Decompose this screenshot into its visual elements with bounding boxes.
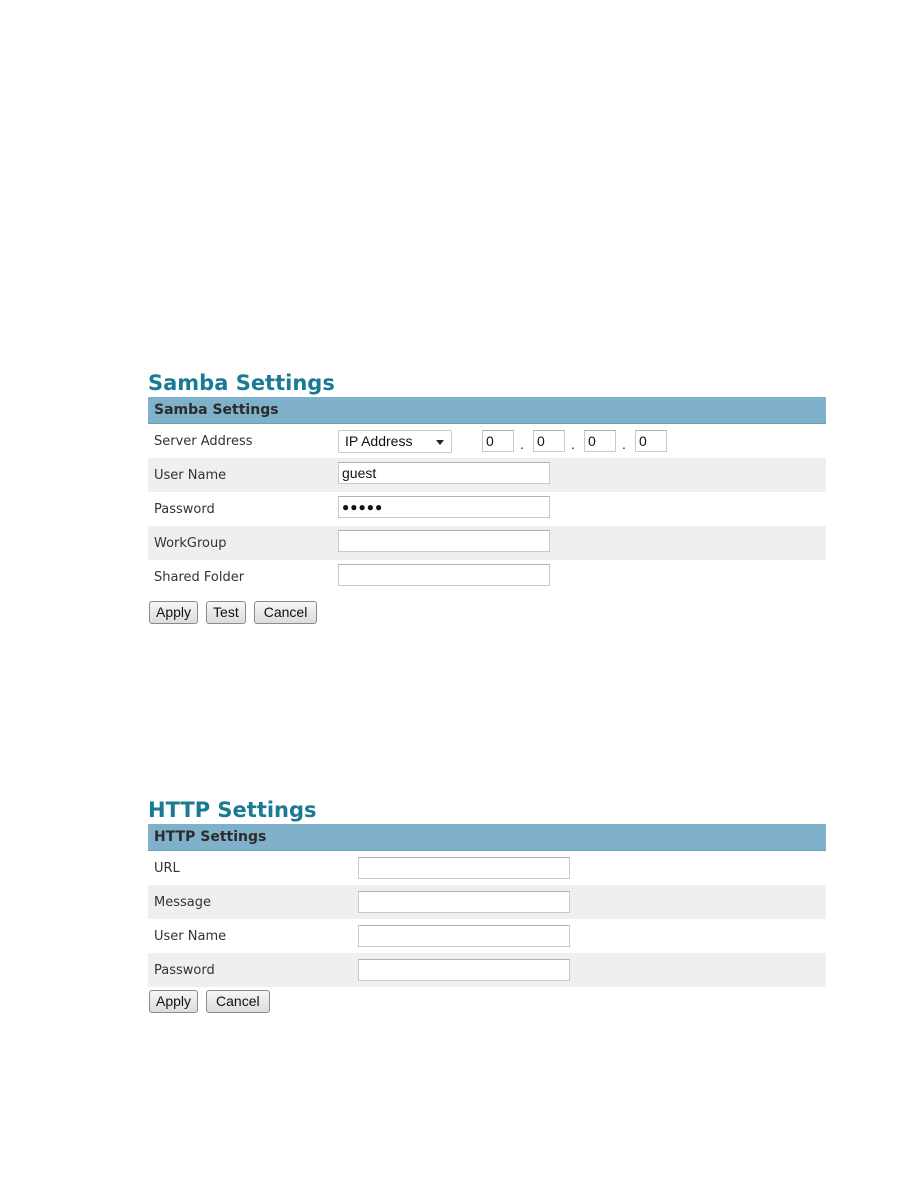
url-row: URL (148, 851, 826, 885)
message-label: Message (154, 895, 211, 910)
url-input[interactable] (358, 857, 570, 879)
chevron-down-icon (436, 440, 444, 445)
server-address-label: Server Address (154, 434, 253, 449)
user-name-label: User Name (154, 468, 227, 483)
http-user-name-row: User Name (148, 919, 826, 953)
url-label: URL (154, 861, 180, 876)
workgroup-input[interactable] (338, 530, 550, 552)
ip-octet-2-input[interactable]: 0 (533, 430, 565, 452)
workgroup-label: WorkGroup (154, 536, 227, 551)
http-section-header: HTTP Settings (148, 824, 826, 851)
http-password-input[interactable] (358, 959, 570, 981)
http-apply-button[interactable]: Apply (149, 990, 199, 1013)
shared-folder-row: Shared Folder (148, 560, 826, 594)
shared-folder-label: Shared Folder (154, 570, 245, 585)
http-user-name-input[interactable] (358, 925, 570, 947)
server-address-type-select[interactable]: IP Address (338, 430, 452, 453)
samba-section-header: Samba Settings (148, 397, 826, 424)
server-address-row: Server Address IP Address 0 . 0 . 0 . 0 (148, 424, 826, 458)
select-value: IP Address (345, 433, 413, 449)
http-settings-section: HTTP Settings HTTP Settings URL Message … (148, 796, 826, 1013)
http-page-title: HTTP Settings (148, 798, 317, 822)
http-password-label: Password (154, 963, 215, 978)
samba-page-title: Samba Settings (148, 371, 335, 395)
samba-test-button[interactable]: Test (206, 601, 246, 624)
samba-button-group: Apply Test Cancel (149, 601, 318, 624)
password-label: Password (154, 502, 215, 517)
shared-folder-input[interactable] (338, 564, 550, 586)
samba-settings-section: Samba Settings Samba Settings Server Add… (148, 369, 826, 624)
workgroup-row: WorkGroup (148, 526, 826, 560)
http-password-row: Password (148, 953, 826, 987)
ip-octet-4-input[interactable]: 0 (635, 430, 667, 452)
http-user-name-label: User Name (154, 929, 227, 944)
ip-octet-3-input[interactable]: 0 (584, 430, 616, 452)
ip-separator: . (622, 436, 626, 452)
user-name-row: User Name guest (148, 458, 826, 492)
samba-apply-button[interactable]: Apply (149, 601, 199, 624)
http-cancel-button[interactable]: Cancel (206, 990, 270, 1013)
ip-octet-1-input[interactable]: 0 (482, 430, 514, 452)
ip-separator: . (571, 436, 575, 452)
password-input[interactable]: ●●●●● (338, 496, 550, 518)
message-input[interactable] (358, 891, 570, 913)
message-row: Message (148, 885, 826, 919)
password-row: Password ●●●●● (148, 492, 826, 526)
samba-cancel-button[interactable]: Cancel (253, 601, 318, 624)
user-name-input[interactable]: guest (338, 462, 550, 484)
ip-separator: . (520, 436, 524, 452)
http-button-group: Apply Cancel (149, 990, 270, 1013)
